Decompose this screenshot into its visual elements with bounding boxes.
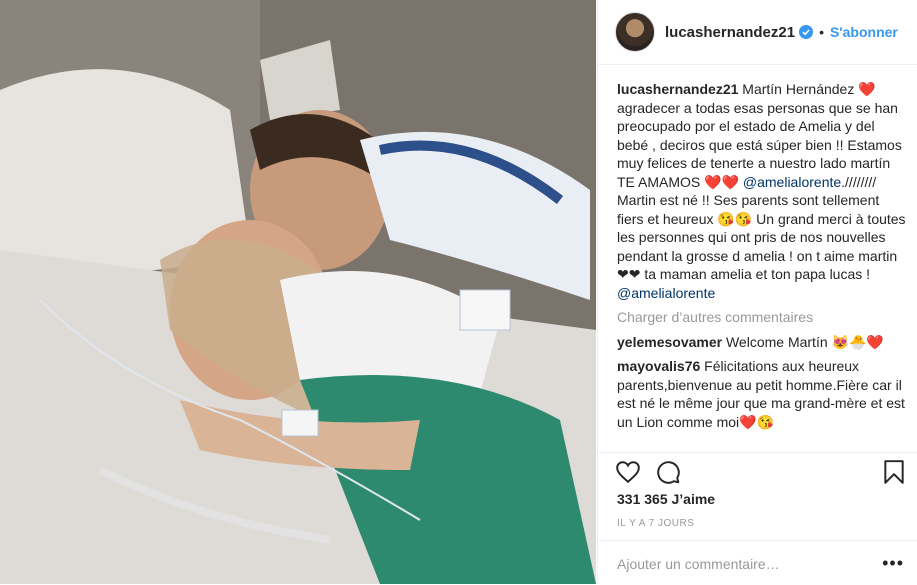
heart-icon[interactable] <box>615 459 641 485</box>
likes-count[interactable]: 331 365 J’aime <box>617 491 715 507</box>
more-options-icon[interactable]: ••• <box>882 553 904 574</box>
hearts-emoji: ❤️❤️ <box>704 173 739 190</box>
comment-username[interactable]: yelemesovamer <box>617 334 722 350</box>
mention-link-2[interactable]: @amelialorente <box>617 285 715 301</box>
load-more-comments[interactable]: Charger d’autres commentaires <box>617 308 909 327</box>
follow-button[interactable]: S'abonner <box>830 24 898 40</box>
comment-username[interactable]: mayovalis76 <box>617 358 700 374</box>
mention-link-1[interactable]: @amelialorente <box>743 174 841 190</box>
post-photo[interactable] <box>0 0 596 584</box>
verified-badge-icon <box>799 25 814 39</box>
header-username[interactable]: lucashernandez21 <box>665 24 795 41</box>
add-comment-input[interactable]: Ajouter un commentaire… <box>617 556 780 572</box>
post-header: lucashernandez21 • S'abonner <box>598 0 917 65</box>
comment-emoji: ❤️😘 <box>739 413 775 430</box>
caption: lucashernandez21 Martín Hernández ❤️ agr… <box>617 80 909 302</box>
comment-icon[interactable] <box>655 459 681 485</box>
caption-text-1: Martín Hernández <box>742 81 859 97</box>
post-timestamp[interactable]: IL Y A 7 JOURS <box>617 518 694 529</box>
caption-username[interactable]: lucashernandez21 <box>617 81 738 97</box>
heart-emoji: ❤️ <box>858 81 876 97</box>
comment-emoji: 😻🐣❤️ <box>831 333 884 350</box>
post-sidebar: lucashernandez21 • S'abonner lucashernan… <box>597 0 917 584</box>
action-bar <box>598 452 917 493</box>
avatar[interactable] <box>615 12 655 52</box>
comments-list: lucashernandez21 Martín Hernández ❤️ agr… <box>617 80 909 431</box>
kiss-emoji: 😘😘 <box>717 210 753 227</box>
add-comment-bar: Ajouter un commentaire… ••• <box>598 540 917 585</box>
comment-text: Welcome Martín <box>722 333 832 350</box>
post-photo-illustration <box>0 0 596 584</box>
separator-dot: • <box>819 24 824 40</box>
comment-item: mayovalis76 Félicitations aux heureux pa… <box>617 357 909 431</box>
bookmark-icon[interactable] <box>883 459 905 485</box>
comment-item: yelemesovamer Welcome Martín 😻🐣❤️ <box>617 333 909 352</box>
